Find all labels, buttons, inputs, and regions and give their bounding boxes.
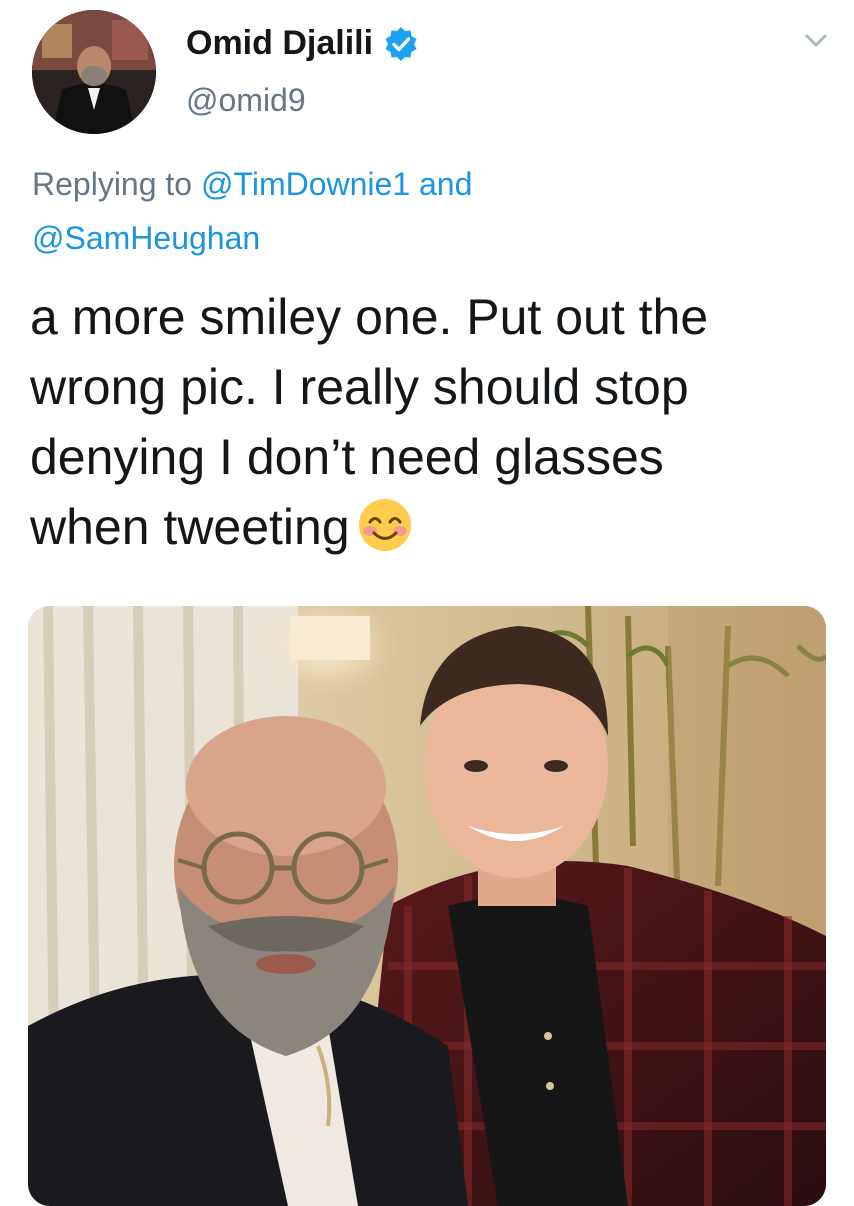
- tweet-text-line: wrong pic. I really should stop: [30, 359, 689, 415]
- mention-link-timdownie1[interactable]: @TimDownie1: [201, 166, 410, 202]
- tweet-text-line: when tweeting: [30, 499, 350, 555]
- chevron-down-icon[interactable]: [802, 26, 830, 54]
- author-name[interactable]: Omid Djalili: [186, 24, 419, 63]
- reply-joiner[interactable]: and: [410, 166, 472, 202]
- smiling-face-emoji: [356, 496, 414, 572]
- tweet-photo[interactable]: [28, 606, 826, 1206]
- tweet-text: a more smiley one. Put out the wrong pic…: [30, 282, 830, 572]
- author-name-text[interactable]: Omid Djalili: [186, 24, 373, 63]
- tweet-text-line-last: when tweeting: [30, 492, 830, 572]
- reply-context-line-2: @SamHeughan: [32, 220, 260, 257]
- tweet-text-line: denying I don’t need glasses: [30, 429, 664, 485]
- reply-context: Replying to @TimDownie1 and: [32, 166, 472, 203]
- author-handle[interactable]: @omid9: [186, 82, 306, 119]
- tweet: Omid Djalili @omid9 Replying to @TimDown…: [0, 0, 854, 1206]
- reply-prefix: Replying to: [32, 166, 201, 202]
- avatar[interactable]: [32, 10, 156, 134]
- verified-badge-icon: [383, 26, 419, 62]
- mention-link-samheughan[interactable]: @SamHeughan: [32, 220, 260, 256]
- tweet-text-line: a more smiley one. Put out the: [30, 289, 709, 345]
